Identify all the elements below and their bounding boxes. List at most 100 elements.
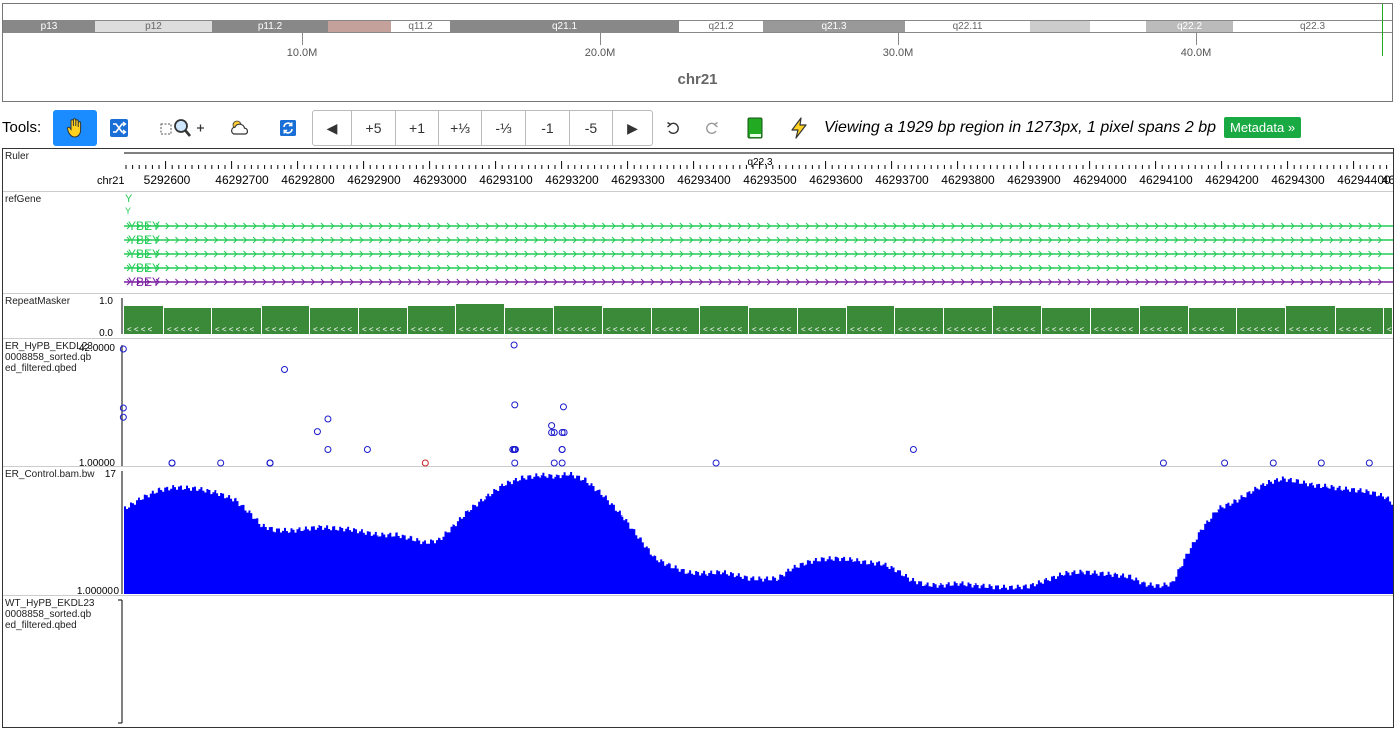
- shuffle-icon: [110, 119, 128, 137]
- repeatmasker-ymax-label: 1.0: [99, 296, 113, 307]
- pan-right-button[interactable]: ▶: [613, 110, 653, 146]
- insertion-point[interactable]: [313, 428, 321, 436]
- er-control-area-svg: 17 01.00000: [77, 469, 1393, 596]
- repeat-strand-label: < < < < <: [167, 325, 200, 334]
- pan-left-button[interactable]: ◀: [312, 110, 352, 146]
- insertion-point[interactable]: [909, 445, 917, 453]
- insertion-point[interactable]: [1317, 459, 1325, 467]
- insertion-point[interactable]: [1159, 459, 1167, 467]
- drag-tool-button[interactable]: [53, 110, 97, 146]
- wt-ymin-label: 1.00000: [77, 586, 114, 596]
- chromosome-band[interactable]: q21.3: [763, 21, 905, 32]
- insertion-point[interactable]: [1269, 459, 1277, 467]
- zoom-in-1-button[interactable]: +1: [396, 110, 439, 146]
- insertion-point[interactable]: [558, 445, 566, 453]
- insertion-point[interactable]: [119, 345, 127, 353]
- fetch-bolt-button[interactable]: [784, 110, 814, 146]
- axis-tick: [1196, 33, 1197, 45]
- chromosome-band[interactable]: q22.11: [905, 21, 1030, 32]
- chromosome-band-bar[interactable]: p13 p12 p11.2 q11.2 q21.1 q21.2 q21.3 q22.11 q22…: [3, 20, 1392, 33]
- undo-button[interactable]: [660, 110, 686, 146]
- sync-tool-button[interactable]: [270, 110, 306, 146]
- insertion-point[interactable]: [1365, 459, 1373, 467]
- zoom-out-third-button[interactable]: -⅓: [482, 110, 526, 146]
- zoom-in-third-button[interactable]: +⅓: [439, 110, 482, 146]
- insertion-point[interactable]: [550, 459, 558, 467]
- insertion-point[interactable]: [363, 445, 371, 453]
- insertion-point[interactable]: [281, 365, 289, 373]
- coverage-ymax-label: 17: [105, 469, 117, 480]
- repeat-strand-label: < < < <: [127, 325, 153, 334]
- insertion-point[interactable]: [266, 459, 274, 467]
- zoom-in-5-button[interactable]: +5: [352, 110, 396, 146]
- zoom-out-1-button[interactable]: -1: [526, 110, 570, 146]
- ruler-position-label: 46293800: [941, 173, 995, 187]
- wt-hypb-svg: [118, 599, 123, 724]
- chromosome-band[interactable]: q22.2: [1146, 21, 1233, 32]
- insertion-point[interactable]: [217, 459, 225, 467]
- insertion-point[interactable]: [548, 422, 556, 430]
- lightning-icon: [791, 117, 807, 139]
- chromosome-band[interactable]: [1090, 21, 1146, 32]
- tools-label: Tools:: [2, 119, 42, 136]
- insertion-point[interactable]: [168, 459, 176, 467]
- ruler-track[interactable]: Ruler q22.3 chr21 5292600 46292700 46292800 4…: [3, 149, 1393, 192]
- axis-tick-label: 30.0M: [882, 47, 914, 59]
- insertion-point[interactable]: [421, 459, 429, 467]
- chromosome-band[interactable]: p13: [3, 21, 95, 32]
- insertion-point[interactable]: [324, 445, 332, 453]
- insertion-point[interactable]: [511, 459, 519, 467]
- redo-button[interactable]: [699, 110, 725, 146]
- insertion-point[interactable]: [510, 341, 518, 349]
- chromosome-band[interactable]: q21.2: [679, 21, 763, 32]
- ruler-band-label: q22.3: [747, 157, 772, 168]
- undo-icon: [667, 121, 679, 135]
- chromosome-ideogram[interactable]: p13 p12 p11.2 q11.2 q21.1 q21.2 q21.3 q22.11 q22…: [2, 3, 1393, 102]
- insertion-point[interactable]: [511, 401, 519, 409]
- ruler-svg: q22.3 chr21 5292600 46292700 46292800 4629290…: [97, 152, 1393, 187]
- repeat-strand-label: < < < < < <: [996, 325, 1035, 334]
- session-book-button[interactable]: [740, 110, 770, 146]
- insertion-point[interactable]: [712, 459, 720, 467]
- refgene-track[interactable]: refGene Y Y YBEY YBEY YBEY YBEY YBEY: [3, 192, 1393, 294]
- insertion-point[interactable]: [119, 413, 127, 421]
- chromosome-band[interactable]: p12: [95, 21, 212, 32]
- insertion-point[interactable]: [119, 404, 127, 412]
- repeat-strand-label: < < < < < <: [1289, 325, 1328, 334]
- insertion-point[interactable]: [1221, 459, 1229, 467]
- chromosome-band[interactable]: p11.2: [212, 21, 328, 32]
- repeat-strand-label: < < < < < <: [898, 325, 937, 334]
- chromosome-band[interactable]: q11.2: [391, 21, 450, 32]
- zoom-select-tool-button[interactable]: [154, 110, 210, 146]
- insertion-point[interactable]: [324, 415, 332, 423]
- ruler-position-label: 5292600: [144, 173, 191, 187]
- chromosome-band[interactable]: q22.3: [1233, 21, 1392, 32]
- insertion-point[interactable]: [559, 403, 567, 411]
- coverage-area[interactable]: [124, 472, 1393, 594]
- chromosome-band[interactable]: q21.1: [450, 21, 679, 32]
- ruler-position-label: 46293900: [1007, 173, 1061, 187]
- chromosome-band[interactable]: [1030, 21, 1090, 32]
- metadata-button[interactable]: Metadata »: [1224, 117, 1302, 138]
- highlight-tool-button[interactable]: [222, 110, 258, 146]
- chromosome-band[interactable]: [328, 21, 391, 32]
- track-panel[interactable]: Ruler q22.3 chr21 5292600 46292700 46292800 4…: [2, 148, 1394, 728]
- insertion-point[interactable]: [558, 459, 566, 467]
- axis-tick-label: 40.0M: [1180, 47, 1212, 59]
- repeatmasker-track[interactable]: RepeatMasker 1.0 0.0 < < < < < < < < < < <…: [3, 294, 1393, 339]
- view-region-info: Viewing a 1929 bp region in 1273px, 1 pi…: [824, 119, 1216, 136]
- er-control-bw-track[interactable]: ER_Control.bam.bw 17 0 1.00000: [3, 467, 1393, 596]
- axis-tick: [600, 33, 601, 45]
- reorder-tool-button[interactable]: [101, 110, 137, 146]
- ruler-position-label: 46293000: [413, 173, 467, 187]
- repeat-strand-label: < < < < <: [1192, 325, 1225, 334]
- ruler-position-label: 46293100: [479, 173, 533, 187]
- wt-hypb-qbed-track[interactable]: WT_HyPB_EKDL230008858_sorted.qbed_filter…: [3, 596, 1393, 727]
- current-position-marker: [1382, 4, 1383, 56]
- ruler-chrom-label: chr21: [97, 175, 125, 187]
- zoom-out-5-button[interactable]: -5: [570, 110, 613, 146]
- gene-svg: YYYBEYYBEYYBEYYBEYYBEY: [124, 193, 1393, 289]
- repeat-strand-label: < < < < <: [655, 325, 688, 334]
- magnify-select-icon: [160, 119, 204, 137]
- er-hypb-qbed-track[interactable]: ER_HyPB_EKDL230008858_sorted.qbed_filter…: [3, 339, 1393, 467]
